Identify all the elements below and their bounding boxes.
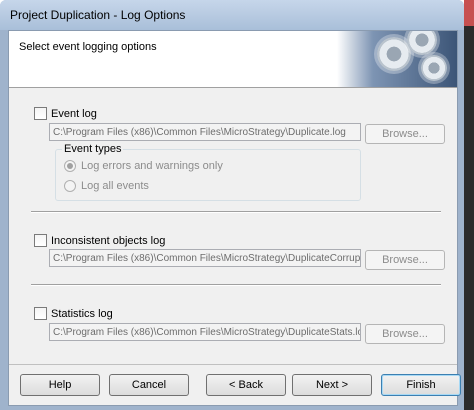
cancel-button[interactable]: Cancel (109, 374, 189, 396)
inconsistent-log-label: Inconsistent objects log (51, 234, 166, 247)
gears-icon (337, 31, 457, 87)
event-types-title: Event types (62, 143, 124, 155)
section-divider (31, 211, 441, 213)
radio-log-all[interactable] (64, 180, 76, 192)
inconsistent-log-browse-button[interactable]: Browse... (365, 250, 445, 270)
window-edge (464, 0, 474, 410)
statistics-log-checkbox-row[interactable]: Statistics log (34, 307, 113, 320)
statistics-log-browse-button[interactable]: Browse... (365, 324, 445, 344)
event-log-browse-button[interactable]: Browse... (365, 124, 445, 144)
header-banner: Select event logging options (9, 31, 457, 88)
event-log-label: Event log (51, 107, 97, 120)
inconsistent-log-path-field[interactable]: C:\Program Files (x86)\Common Files\Micr… (49, 249, 361, 267)
section-divider (31, 284, 441, 286)
statistics-log-path-field[interactable]: C:\Program Files (x86)\Common Files\Micr… (49, 323, 361, 341)
title-bar[interactable]: Project Duplication - Log Options (0, 0, 464, 30)
event-types-group: Event types Log errors and warnings only… (55, 143, 361, 201)
header-text: Select event logging options (19, 41, 157, 53)
dialog-body: Select event logging options Event log C… (8, 30, 461, 406)
back-button[interactable]: < Back (206, 374, 286, 396)
finish-button[interactable]: Finish (381, 374, 461, 396)
close-icon[interactable] (464, 0, 474, 26)
window-title: Project Duplication - Log Options (10, 8, 186, 22)
help-button[interactable]: Help (20, 374, 100, 396)
radio-log-errors-row[interactable]: Log errors and warnings only (64, 160, 223, 172)
inconsistent-log-checkbox-row[interactable]: Inconsistent objects log (34, 234, 165, 247)
button-area-divider (9, 364, 457, 365)
event-log-checkbox-row[interactable]: Event log (34, 107, 97, 120)
event-log-path-field[interactable]: C:\Program Files (x86)\Common Files\Micr… (49, 123, 361, 141)
dialog-window: Project Duplication - Log Options Select… (0, 0, 464, 410)
radio-log-all-label: Log all events (81, 180, 149, 192)
event-log-checkbox[interactable] (34, 107, 47, 120)
statistics-log-checkbox[interactable] (34, 307, 47, 320)
radio-log-all-row[interactable]: Log all events (64, 180, 149, 192)
statistics-log-label: Statistics log (51, 307, 113, 320)
radio-log-errors[interactable] (64, 160, 76, 172)
inconsistent-log-checkbox[interactable] (34, 234, 47, 247)
radio-log-errors-label: Log errors and warnings only (81, 160, 223, 172)
next-button[interactable]: Next > (292, 374, 372, 396)
